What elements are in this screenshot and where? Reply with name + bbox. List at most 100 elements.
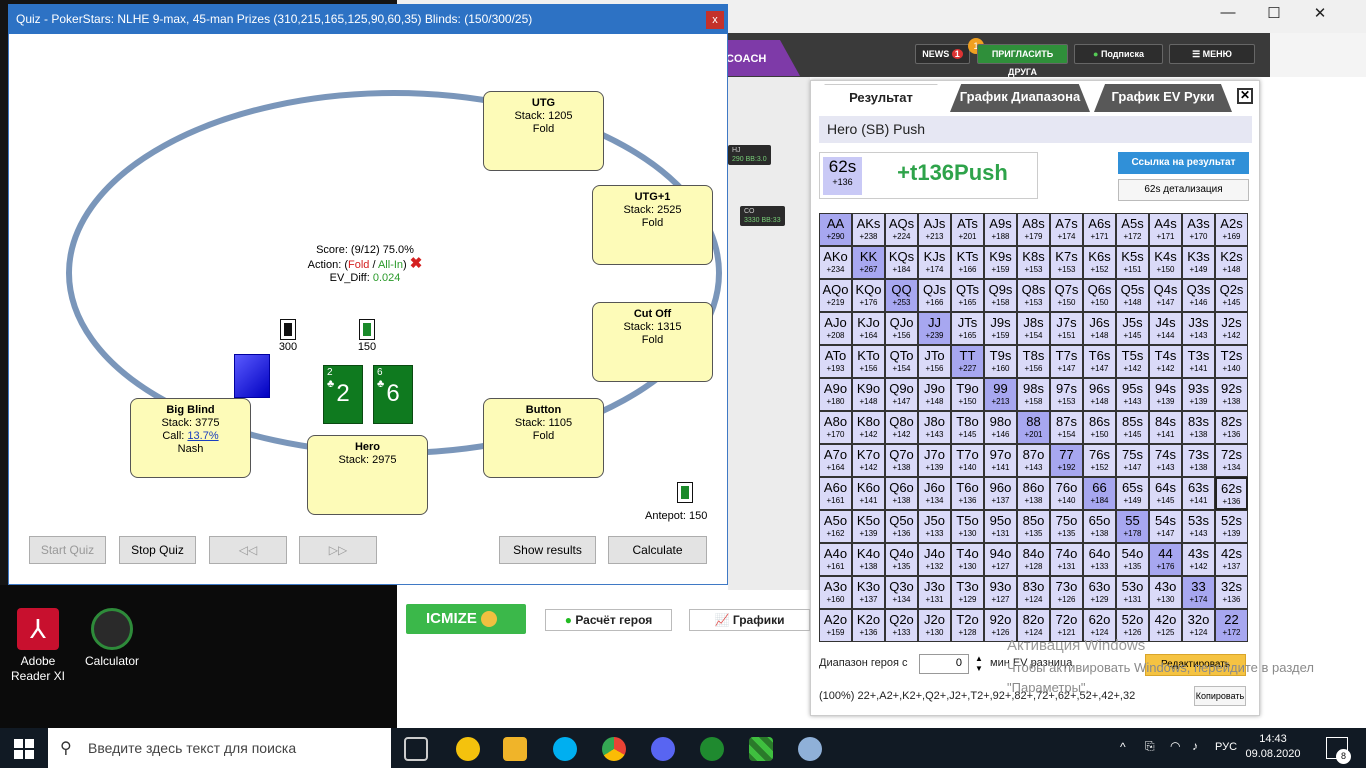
range-cell[interactable]: AA +290 <box>819 213 852 246</box>
tray-chevron-icon[interactable]: ^ <box>1120 740 1126 754</box>
range-cell[interactable]: J4o +132 <box>918 543 951 576</box>
range-cell[interactable]: QQ +253 <box>885 279 918 312</box>
range-cell[interactable]: T9s +160 <box>984 345 1017 378</box>
calculate-button[interactable]: Calculate <box>608 536 707 564</box>
range-cell[interactable]: 94s +139 <box>1149 378 1182 411</box>
range-cell[interactable]: J9o +148 <box>918 378 951 411</box>
language-indicator[interactable]: РУС <box>1215 741 1237 753</box>
range-cell[interactable]: 32s +136 <box>1215 576 1248 609</box>
range-cell[interactable]: 96s +148 <box>1083 378 1116 411</box>
range-cell[interactable]: K2s +148 <box>1215 246 1248 279</box>
range-cell[interactable]: K3o +137 <box>852 576 885 609</box>
range-cell[interactable]: 55 +178 <box>1116 510 1149 543</box>
range-cell[interactable]: K7o +142 <box>852 444 885 477</box>
range-cell[interactable]: 84s +141 <box>1149 411 1182 444</box>
windows-start-icon[interactable] <box>14 739 34 759</box>
menu-button[interactable]: ☰ МЕНЮ <box>1169 44 1255 64</box>
range-cell[interactable]: 64s +145 <box>1149 477 1182 510</box>
min-ev-input[interactable]: 0 <box>919 654 969 674</box>
range-cell[interactable]: A3s +170 <box>1182 213 1215 246</box>
range-cell[interactable]: ATo +193 <box>819 345 852 378</box>
range-cell[interactable]: A2o +159 <box>819 609 852 642</box>
range-cell[interactable]: QJs +166 <box>918 279 951 312</box>
range-cell[interactable]: K2o +136 <box>852 609 885 642</box>
range-cell[interactable]: 98o +146 <box>984 411 1017 444</box>
range-cell[interactable]: T2s +140 <box>1215 345 1248 378</box>
range-cell[interactable]: Q5o +136 <box>885 510 918 543</box>
paint-icon[interactable] <box>798 737 822 761</box>
range-cell[interactable]: Q2o +133 <box>885 609 918 642</box>
range-cell[interactable]: Q9s +158 <box>984 279 1017 312</box>
wifi-icon[interactable]: ◠ <box>1170 739 1180 753</box>
range-cell[interactable]: 32o +124 <box>1182 609 1215 642</box>
close-window-button[interactable]: ✕ <box>1300 4 1340 22</box>
range-cell[interactable]: 83s +138 <box>1182 411 1215 444</box>
range-cell[interactable]: Q2s +145 <box>1215 279 1248 312</box>
range-cell[interactable]: T3o +129 <box>951 576 984 609</box>
range-cell[interactable]: Q3s +146 <box>1182 279 1215 312</box>
range-cell[interactable]: 87s +154 <box>1050 411 1083 444</box>
range-cell[interactable]: K7s +153 <box>1050 246 1083 279</box>
hand-detail-button[interactable]: 62s детализация <box>1118 179 1249 201</box>
range-cell[interactable]: 82s +136 <box>1215 411 1248 444</box>
range-cell[interactable]: 75s +147 <box>1116 444 1149 477</box>
range-cell[interactable]: 54o +135 <box>1116 543 1149 576</box>
range-cell[interactable]: A3o +160 <box>819 576 852 609</box>
range-cell[interactable]: 77 +192 <box>1050 444 1083 477</box>
range-cell[interactable]: KK +267 <box>852 246 885 279</box>
range-cell[interactable]: T8o +145 <box>951 411 984 444</box>
task-view-icon[interactable] <box>404 737 428 761</box>
range-cell[interactable]: 75o +135 <box>1050 510 1083 543</box>
range-cell[interactable]: K8s +153 <box>1017 246 1050 279</box>
adobe-reader-desktop-icon[interactable]: ⅄ Adobe Reader XI <box>3 608 73 684</box>
range-cell[interactable]: A6o +161 <box>819 477 852 510</box>
range-cell[interactable]: 43o +130 <box>1149 576 1182 609</box>
range-cell[interactable]: T7s +147 <box>1050 345 1083 378</box>
range-cell[interactable]: T8s +156 <box>1017 345 1050 378</box>
range-cell[interactable]: A4o +161 <box>819 543 852 576</box>
range-cell[interactable]: A9s +188 <box>984 213 1017 246</box>
range-cell[interactable]: K9o +148 <box>852 378 885 411</box>
range-cell[interactable]: A2s +169 <box>1215 213 1248 246</box>
range-cell[interactable]: Q3o +134 <box>885 576 918 609</box>
range-cell[interactable]: A5s +172 <box>1116 213 1149 246</box>
range-cell[interactable]: 73s +138 <box>1182 444 1215 477</box>
range-cell[interactable]: AJs +213 <box>918 213 951 246</box>
range-cell[interactable]: 83o +124 <box>1017 576 1050 609</box>
range-cell[interactable]: 33 +174 <box>1182 576 1215 609</box>
range-cell[interactable]: 96o +137 <box>984 477 1017 510</box>
result-link-button[interactable]: Ссылка на результат <box>1118 152 1249 174</box>
range-cell[interactable]: 65s +149 <box>1116 477 1149 510</box>
range-cell[interactable]: J4s +144 <box>1149 312 1182 345</box>
range-cell[interactable]: 72s +134 <box>1215 444 1248 477</box>
range-cell[interactable]: 92s +138 <box>1215 378 1248 411</box>
range-cell[interactable]: QJo +156 <box>885 312 918 345</box>
range-cell[interactable]: Q9o +147 <box>885 378 918 411</box>
news-button[interactable]: NEWS 1 <box>915 44 970 64</box>
range-cell[interactable]: 95s +143 <box>1116 378 1149 411</box>
range-cell[interactable]: K5o +139 <box>852 510 885 543</box>
range-cell[interactable]: K6o +141 <box>852 477 885 510</box>
range-cell[interactable]: 87o +143 <box>1017 444 1050 477</box>
subscribe-button[interactable]: ● Подписка <box>1074 44 1163 64</box>
range-cell[interactable]: K4o +138 <box>852 543 885 576</box>
next-question-button[interactable]: ▷▷ <box>299 536 377 564</box>
range-cell[interactable]: 66 +184 <box>1083 477 1116 510</box>
range-cell[interactable]: 97s +153 <box>1050 378 1083 411</box>
graphs-button[interactable]: 📈 Графики <box>689 609 810 631</box>
range-cell[interactable]: 42o +125 <box>1149 609 1182 642</box>
icmizer-icon[interactable] <box>749 737 773 761</box>
range-cell[interactable]: 43s +142 <box>1182 543 1215 576</box>
prev-question-button[interactable]: ◁◁ <box>209 536 287 564</box>
spinner-icon[interactable]: ▲ ▼ <box>975 654 983 674</box>
range-cell[interactable]: J8o +143 <box>918 411 951 444</box>
maximize-button[interactable]: ☐ <box>1254 4 1294 22</box>
show-results-button[interactable]: Show results <box>499 536 596 564</box>
range-cell[interactable]: A4s +171 <box>1149 213 1182 246</box>
range-cell[interactable]: J8s +154 <box>1017 312 1050 345</box>
range-cell[interactable]: JTs +165 <box>951 312 984 345</box>
range-cell[interactable]: 86s +150 <box>1083 411 1116 444</box>
taskbar-search-input[interactable]: Введите здесь текст для поиска <box>48 728 391 768</box>
tab-range-graph[interactable]: График Диапазона <box>950 84 1090 112</box>
range-cell[interactable]: J3o +131 <box>918 576 951 609</box>
